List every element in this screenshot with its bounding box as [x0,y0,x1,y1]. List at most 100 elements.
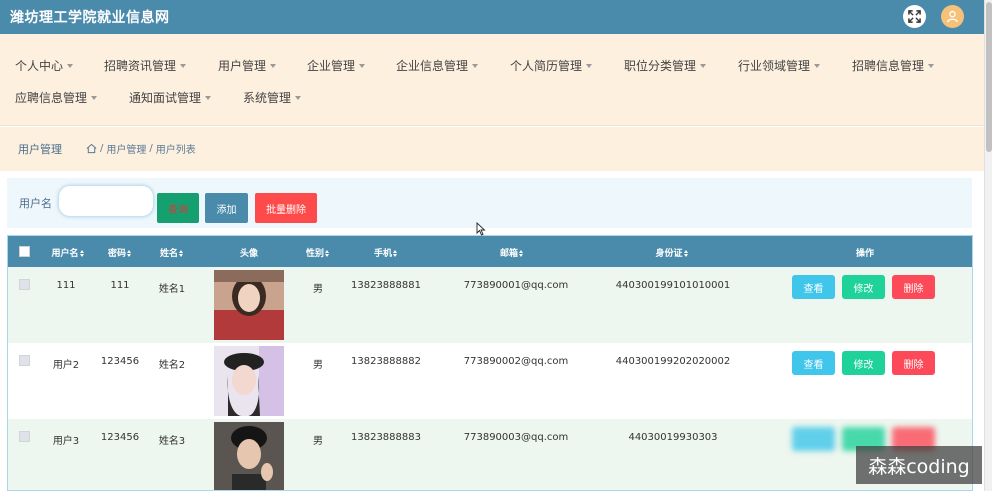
avatar [214,422,284,490]
view-button[interactable] [792,427,835,451]
users-table: 用户名 密码 姓名 头像 性别 手机 邮箱 身份证 操作 111 111 姓名1 [7,235,973,491]
column-header-actions: 操作 [850,246,880,259]
sort-icon [79,250,85,257]
column-header-label: 密码 [107,249,126,259]
view-button[interactable]: 查看 [792,351,835,375]
chevron-down-icon [67,63,74,68]
home-icon[interactable] [86,143,97,154]
edit-button[interactable]: 修改 [842,351,885,375]
cell-password: 123456 [100,432,140,443]
cell-username: 用户2 [52,360,80,371]
app-title: 潍坊理工学院就业信息网 [10,10,170,26]
nav-item-industries[interactable]: 行业领域管理 [738,57,821,74]
column-header-label: 用户名 [51,249,79,259]
delete-button[interactable]: 删除 [892,351,935,375]
cell-password: 111 [110,280,130,291]
nav-item-label: 职位分类管理 [624,59,697,73]
column-header-label: 姓名 [159,249,178,259]
nav-item-label: 应聘信息管理 [15,91,88,105]
column-header-phone[interactable]: 手机 [368,246,404,259]
fullscreen-button[interactable] [903,5,926,28]
column-header-id-card[interactable]: 身份证 [648,246,696,259]
row-checkbox[interactable] [19,355,30,366]
breadcrumb-separator: / [100,143,104,154]
nav-item-company-info[interactable]: 企业信息管理 [396,57,479,74]
cell-email: 773890002@qq.com [463,356,569,367]
cell-email: 773890001@qq.com [463,280,569,291]
search-username-input[interactable] [58,185,154,217]
user-avatar-button[interactable] [941,5,964,28]
table-row: 用户2 123456 姓名2 男 13823888882 773890002@q… [8,343,972,419]
chevron-down-icon [180,63,187,68]
nav-item-recruit-news[interactable]: 招聘资讯管理 [104,57,187,74]
view-button[interactable]: 查看 [792,275,835,299]
nav-item-label: 个人简历管理 [510,59,583,73]
fullscreen-icon [908,10,921,23]
cell-id-card: 44030019930303 [628,432,718,443]
cell-id-card: 440300199101010001 [615,280,731,291]
user-icon [947,10,958,23]
column-header-gender[interactable]: 性别 [300,246,336,259]
column-header-label: 操作 [855,249,874,259]
nav-item-interview-notices[interactable]: 通知面试管理 [129,89,212,106]
chevron-down-icon [359,63,366,68]
page-scrollbar[interactable] [984,0,992,491]
watermark: 森森coding [856,446,982,484]
column-header-label: 手机 [373,249,392,259]
breadcrumb: / 用户管理 / 用户列表 [86,141,196,156]
main-nav: 个人中心 招聘资讯管理 用户管理 企业管理 企业信息管理 个人简历管理 职位分类… [0,34,984,126]
row-checkbox[interactable] [19,279,30,290]
sort-icon [325,250,330,257]
column-header-password[interactable]: 密码 [102,246,138,259]
chevron-down-icon [928,63,935,68]
cell-id-card: 440300199202020002 [615,356,731,367]
nav-item-system[interactable]: 系统管理 [243,89,302,106]
chevron-down-icon [700,63,707,68]
nav-item-label: 招聘信息管理 [852,59,925,73]
cell-gender: 男 [313,360,323,371]
search-button[interactable]: 查询 [157,193,199,223]
chevron-down-icon [205,95,212,100]
column-header-label: 性别 [305,249,324,259]
search-bar: 用户名 查询 添加 批量删除 [7,178,972,228]
cell-gender: 男 [313,284,323,295]
nav-item-users[interactable]: 用户管理 [218,57,277,74]
breadcrumb-item-users[interactable]: 用户管理 [106,141,146,156]
edit-button[interactable]: 修改 [842,275,885,299]
add-button[interactable]: 添加 [205,193,248,223]
column-header-name[interactable]: 姓名 [154,246,190,259]
chevron-down-icon [472,63,479,68]
nav-item-label: 企业信息管理 [396,59,469,73]
nav-item-label: 通知面试管理 [129,91,202,105]
chevron-down-icon [586,63,593,68]
chevron-down-icon [814,63,821,68]
main-content: 用户名 查询 添加 批量删除 用户名 密码 姓名 头像 性别 手机 邮箱 身份证… [0,171,984,491]
cell-phone: 13823888881 [351,280,421,291]
cell-password: 123456 [100,356,140,367]
nav-item-personal-center[interactable]: 个人中心 [15,57,74,74]
nav-item-companies[interactable]: 企业管理 [307,57,366,74]
column-header-email[interactable]: 邮箱 [492,246,532,259]
select-all-checkbox[interactable] [19,246,30,257]
table-row: 111 111 姓名1 男 13823888881 773890001@qq.c… [8,267,972,343]
nav-item-job-categories[interactable]: 职位分类管理 [624,57,707,74]
cell-name: 姓名2 [158,360,186,371]
sort-icon [179,250,184,257]
cell-username: 111 [56,280,76,291]
nav-item-label: 行业领域管理 [738,59,811,73]
breadcrumb-bar: 用户管理 / 用户管理 / 用户列表 [0,127,984,171]
sort-icon [519,250,524,257]
column-header-username[interactable]: 用户名 [46,246,90,259]
chevron-down-icon [295,95,302,100]
cell-email: 773890003@qq.com [463,432,569,443]
batch-delete-button[interactable]: 批量删除 [255,193,317,223]
nav-item-resumes[interactable]: 个人简历管理 [510,57,593,74]
scrollbar-thumb[interactable] [986,2,992,152]
nav-item-job-postings[interactable]: 招聘信息管理 [852,57,935,74]
breadcrumb-separator: / [149,143,153,154]
breadcrumb-item-user-list: 用户列表 [155,145,196,156]
row-checkbox[interactable] [19,431,30,442]
delete-button[interactable]: 删除 [892,275,935,299]
table-header: 用户名 密码 姓名 头像 性别 手机 邮箱 身份证 操作 [8,236,972,267]
nav-item-applications[interactable]: 应聘信息管理 [15,89,98,106]
